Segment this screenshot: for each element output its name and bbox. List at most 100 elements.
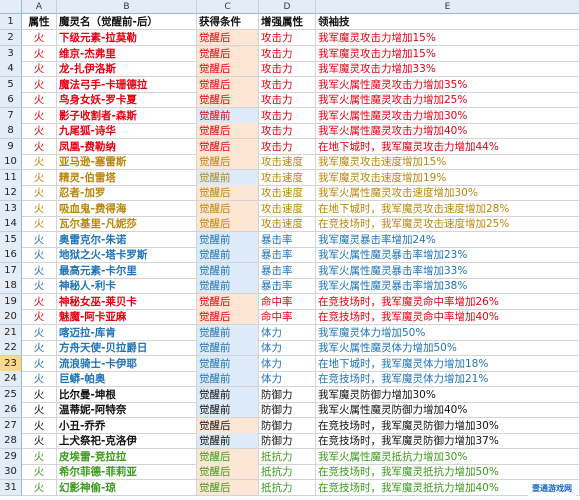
cell-leader-skill[interactable]: 我军火属性魔灵防御力增加40% — [316, 402, 580, 418]
cell-enhanced-attribute[interactable]: 防御力 — [259, 402, 316, 418]
cell-leader-skill[interactable]: 我军火属性魔灵攻击力增加25% — [316, 92, 580, 108]
cell-monster-name[interactable]: 神秘人-利卡 — [57, 278, 197, 294]
cell-condition[interactable]: 觉醒后 — [197, 293, 259, 310]
cell-condition[interactable]: 觉醒后 — [197, 123, 259, 139]
cell-enhanced-attribute[interactable]: 攻击力 — [259, 107, 316, 124]
row-number[interactable]: 13 — [0, 200, 22, 217]
cell-leader-skill[interactable]: 我军火属性魔灵攻击力增加40% — [316, 123, 580, 139]
row-number[interactable]: 7 — [0, 107, 22, 124]
cell-enhanced-attribute[interactable]: 抵抗力 — [259, 479, 316, 496]
cell-attribute[interactable]: 火 — [22, 138, 57, 155]
cell-leader-skill[interactable]: 我军火属性魔灵攻击力增加30% — [316, 107, 580, 124]
cell-condition[interactable]: 觉醒前 — [197, 278, 259, 294]
row-number[interactable]: 30 — [0, 464, 22, 480]
cell-monster-name[interactable]: 小丑-乔乔 — [57, 417, 197, 434]
cell-monster-name[interactable]: 流浪骑士-卡伊耶 — [57, 355, 197, 372]
cell-monster-name[interactable]: 最高元素-卡尔里 — [57, 262, 197, 279]
spreadsheet[interactable]: A B C D E 1 属性 魔灵名（觉醒前-后） 获得条件 增强属性 领袖技 … — [0, 0, 580, 500]
cell-condition[interactable]: 觉醒前 — [197, 324, 259, 341]
cell-condition[interactable]: 觉醒后 — [197, 154, 259, 170]
header-condition[interactable]: 获得条件 — [197, 14, 259, 30]
cell-attribute[interactable]: 火 — [22, 123, 57, 139]
row-number[interactable]: 6 — [0, 92, 22, 108]
cell-monster-name[interactable]: 幻影神偷-琼 — [57, 479, 197, 496]
cell-condition[interactable]: 觉醒前 — [197, 107, 259, 124]
cell-enhanced-attribute[interactable]: 命中率 — [259, 293, 316, 310]
row-number[interactable]: 22 — [0, 340, 22, 356]
cell-attribute[interactable]: 火 — [22, 293, 57, 310]
cell-monster-name[interactable]: 吸血鬼-费得海 — [57, 200, 197, 217]
cell-condition[interactable]: 觉醒后 — [197, 448, 259, 465]
column-header-d[interactable]: D — [259, 0, 316, 14]
cell-enhanced-attribute[interactable]: 攻击速度 — [259, 185, 316, 201]
cell-condition[interactable]: 觉醒后 — [197, 138, 259, 155]
cell-condition[interactable]: 觉醒前 — [197, 355, 259, 372]
header-attribute[interactable]: 属性 — [22, 14, 57, 30]
cell-attribute[interactable]: 火 — [22, 231, 57, 248]
cell-leader-skill[interactable]: 在竞技场时，我军魔灵防御力增加37% — [316, 433, 580, 449]
cell-condition[interactable]: 觉醒后 — [197, 45, 259, 62]
cell-leader-skill[interactable]: 我军魔灵暴击率增加24% — [316, 231, 580, 248]
row-number[interactable]: 8 — [0, 123, 22, 139]
cell-enhanced-attribute[interactable]: 防御力 — [259, 386, 316, 403]
cell-enhanced-attribute[interactable]: 防御力 — [259, 433, 316, 449]
cell-monster-name[interactable]: 希尔菲德-菲莉亚 — [57, 464, 197, 480]
cell-enhanced-attribute[interactable]: 体力 — [259, 355, 316, 372]
cell-monster-name[interactable]: 凤凰-费勒纳 — [57, 138, 197, 155]
cell-attribute[interactable]: 火 — [22, 247, 57, 263]
cell-leader-skill[interactable]: 在竞技场时，我军魔灵防御力增加30% — [316, 417, 580, 434]
cell-leader-skill[interactable]: 在竞技场时，我军魔灵命中率增加26% — [316, 293, 580, 310]
row-number[interactable]: 25 — [0, 386, 22, 403]
cell-monster-name[interactable]: 龙-扎伊洛斯 — [57, 61, 197, 77]
row-number[interactable]: 20 — [0, 309, 22, 325]
cell-leader-skill[interactable]: 在竞技场时，我军魔灵攻击速度增加25% — [316, 216, 580, 232]
cell-condition[interactable]: 觉醒前 — [197, 402, 259, 418]
cell-enhanced-attribute[interactable]: 体力 — [259, 371, 316, 387]
cell-enhanced-attribute[interactable]: 暴击率 — [259, 262, 316, 279]
cell-attribute[interactable]: 火 — [22, 92, 57, 108]
cell-monster-name[interactable]: 影子收割者-森斯 — [57, 107, 197, 124]
cell-leader-skill[interactable]: 我军魔灵体力增加50% — [316, 324, 580, 341]
row-number[interactable]: 19 — [0, 293, 22, 310]
cell-monster-name[interactable]: 喀迈拉-库肯 — [57, 324, 197, 341]
cell-enhanced-attribute[interactable]: 暴击率 — [259, 278, 316, 294]
row-number[interactable]: 5 — [0, 76, 22, 93]
cell-enhanced-attribute[interactable]: 攻击速度 — [259, 216, 316, 232]
row-number[interactable]: 26 — [0, 402, 22, 418]
cell-leader-skill[interactable]: 我军火属性魔灵抵抗力增加30% — [316, 448, 580, 465]
row-number[interactable]: 23 — [0, 355, 22, 372]
cell-leader-skill[interactable]: 在地下城时，我军魔灵攻击力增加44% — [316, 138, 580, 155]
row-number[interactable]: 18 — [0, 278, 22, 294]
cell-monster-name[interactable]: 瓦尔基里-凡妮莎 — [57, 216, 197, 232]
cell-leader-skill[interactable]: 我军火属性魔灵暴击率增加23% — [316, 247, 580, 263]
cell-attribute[interactable]: 火 — [22, 309, 57, 325]
cell-attribute[interactable]: 火 — [22, 464, 57, 480]
cell-condition[interactable]: 觉醒后 — [197, 417, 259, 434]
cell-leader-skill[interactable]: 我军魔灵攻击力增加33% — [316, 61, 580, 77]
row-number[interactable]: 17 — [0, 262, 22, 279]
cell-enhanced-attribute[interactable]: 体力 — [259, 324, 316, 341]
row-number[interactable]: 4 — [0, 61, 22, 77]
column-header-a[interactable]: A — [22, 0, 57, 14]
cell-attribute[interactable]: 火 — [22, 402, 57, 418]
row-number[interactable]: 16 — [0, 247, 22, 263]
cell-monster-name[interactable]: 九尾狐-诗华 — [57, 123, 197, 139]
row-number[interactable]: 11 — [0, 169, 22, 186]
cell-leader-skill[interactable]: 我军火属性魔灵攻击速度增加30% — [316, 185, 580, 201]
cell-attribute[interactable]: 火 — [22, 324, 57, 341]
cell-enhanced-attribute[interactable]: 抵抗力 — [259, 448, 316, 465]
column-header-c[interactable]: C — [197, 0, 259, 14]
cell-leader-skill[interactable]: 我军火属性魔灵暴击率增加33% — [316, 262, 580, 279]
column-header-e[interactable]: E — [316, 0, 580, 14]
row-number[interactable]: 28 — [0, 433, 22, 449]
row-number[interactable]: 12 — [0, 185, 22, 201]
cell-leader-skill[interactable]: 在竞技场时，我军魔灵命中率增加40% — [316, 309, 580, 325]
cell-condition[interactable]: 觉醒后 — [197, 309, 259, 325]
cell-condition[interactable]: 觉醒前 — [197, 262, 259, 279]
cell-monster-name[interactable]: 比尔曼-坤根 — [57, 386, 197, 403]
cell-monster-name[interactable]: 忍者-加罗 — [57, 185, 197, 201]
cell-enhanced-attribute[interactable]: 攻击力 — [259, 123, 316, 139]
cell-enhanced-attribute[interactable]: 命中率 — [259, 309, 316, 325]
cell-monster-name[interactable]: 巨蟒-帕奥 — [57, 371, 197, 387]
cell-monster-name[interactable]: 魔法弓手-卡珊德拉 — [57, 76, 197, 93]
